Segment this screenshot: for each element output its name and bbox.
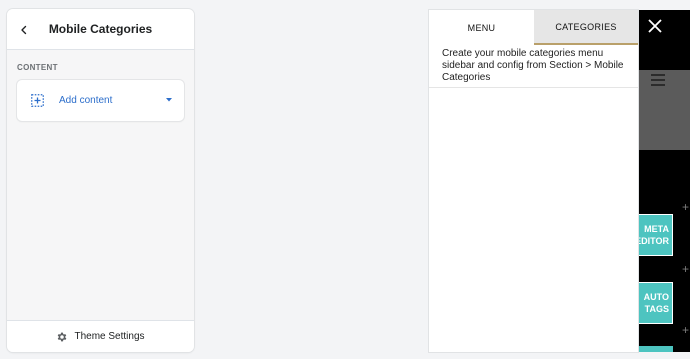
mobile-drawer: MENU CATEGORIES Create your mobile categ… bbox=[429, 10, 638, 352]
gear-icon bbox=[58, 332, 67, 341]
add-content-button[interactable]: Add content bbox=[17, 80, 184, 121]
tab-menu[interactable]: MENU bbox=[429, 10, 534, 45]
divider bbox=[429, 87, 638, 88]
plus-icon: + bbox=[682, 200, 690, 214]
section-label: CONTENT bbox=[17, 63, 58, 72]
close-drawer-button[interactable] bbox=[639, 10, 671, 42]
page-title: Mobile Categories bbox=[48, 22, 153, 36]
teal-button-partial[interactable] bbox=[637, 346, 673, 352]
panel-header: Mobile Categories bbox=[7, 9, 194, 50]
plus-icon: + bbox=[682, 323, 690, 337]
storefront-preview: + META EDITOR + AUTO TAGS + bbox=[637, 10, 690, 352]
auto-tags-line1: AUTO bbox=[643, 292, 669, 302]
caret-down-icon bbox=[166, 98, 172, 102]
meta-editor-button[interactable]: META EDITOR bbox=[637, 214, 673, 256]
meta-editor-line1: META bbox=[644, 224, 669, 234]
add-content-label: Add content bbox=[59, 95, 113, 106]
editor-sidebar: Mobile Categories CONTENT Add content Th… bbox=[7, 9, 194, 352]
add-section-icon bbox=[31, 94, 44, 107]
plus-icon: + bbox=[682, 262, 690, 276]
auto-tags-button[interactable]: AUTO TAGS bbox=[637, 282, 673, 324]
close-icon bbox=[648, 19, 662, 33]
theme-settings-button[interactable]: Theme Settings bbox=[7, 320, 194, 352]
meta-editor-line2: EDITOR bbox=[637, 236, 669, 246]
empty-state-message: Create your mobile categories menu sideb… bbox=[442, 48, 624, 83]
auto-tags-line2: TAGS bbox=[644, 304, 669, 314]
hamburger-menu-icon[interactable] bbox=[651, 74, 665, 86]
tab-categories[interactable]: CATEGORIES bbox=[534, 10, 638, 45]
theme-settings-label: Theme Settings bbox=[74, 331, 145, 342]
